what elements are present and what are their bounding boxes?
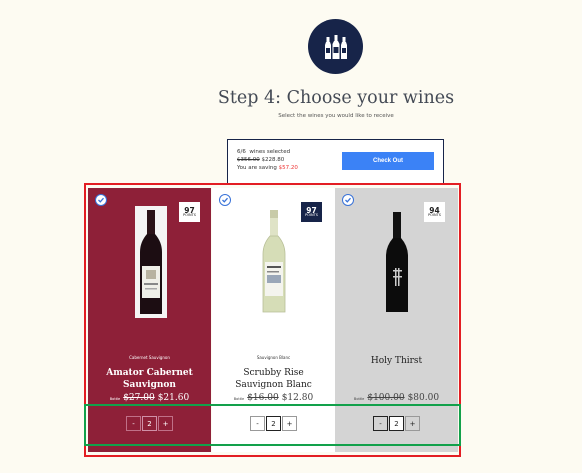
- quantity-stepper: - 2 +: [373, 416, 420, 431]
- wine-bottle-image: [262, 210, 286, 313]
- page-title: Step 4: Choose your wines: [217, 88, 455, 108]
- new-price: $21.60: [157, 393, 190, 403]
- quantity-field[interactable]: 2: [389, 416, 404, 431]
- new-price: $80.00: [407, 393, 440, 403]
- quantity-field[interactable]: 2: [266, 416, 281, 431]
- price-label: Bottle: [353, 397, 365, 401]
- old-price: $100.00: [367, 393, 405, 403]
- decrease-button[interactable]: -: [250, 416, 265, 431]
- wine-card-amator-cabernet[interactable]: 97 POINTS Cabernet Sauvignon Amator Cabe…: [88, 188, 211, 452]
- wine-bottles-icon: [308, 19, 363, 74]
- saving-amount: $57.20: [278, 165, 298, 171]
- wine-name[interactable]: Scrubby Rise Sauvignon Blanc: [218, 367, 329, 391]
- points-badge: 97 POINTS: [179, 202, 200, 222]
- wine-card-holy-thirst[interactable]: 94 POINTS Holy Thirst Bottle $100.00 $80…: [335, 188, 458, 452]
- decrease-button[interactable]: -: [126, 416, 141, 431]
- new-price: $12.80: [281, 393, 314, 403]
- price-row: Bottle $16.00 $12.80: [212, 393, 335, 403]
- decrease-button[interactable]: -: [373, 416, 388, 431]
- increase-button[interactable]: +: [405, 416, 420, 431]
- quantity-field[interactable]: 2: [142, 416, 157, 431]
- selected-check-icon[interactable]: [342, 194, 354, 206]
- wine-card-scrubby-rise[interactable]: 97 POINTS Sauvignon Blanc Scrubby Rise S…: [212, 188, 335, 452]
- increase-button[interactable]: +: [158, 416, 173, 431]
- saving-label: You are saving: [237, 165, 277, 171]
- discounted-total: $228.80: [261, 157, 285, 163]
- price-label: Bottle: [109, 397, 121, 401]
- points-label: POINTS: [183, 213, 196, 217]
- price-row: Bottle $27.00 $21.60: [88, 393, 211, 403]
- checkout-button[interactable]: Check Out: [342, 152, 434, 170]
- old-price: $27.00: [123, 393, 155, 403]
- price-row: Bottle $100.00 $80.00: [335, 393, 458, 403]
- selected-check-icon[interactable]: [95, 194, 107, 206]
- price-label: Bottle: [233, 397, 245, 401]
- original-total: $356.00: [237, 157, 260, 163]
- selected-count: 6/6: [237, 149, 246, 155]
- points-badge: 97 POINTS: [301, 202, 322, 222]
- selected-label: wines selected: [249, 149, 291, 155]
- page-subtitle: Select the wines you would like to recei…: [278, 113, 394, 119]
- selection-summary: 6/6 wines selected $356.00 $228.80 You a…: [227, 139, 444, 184]
- wine-varietal: Sauvignon Blanc: [256, 355, 291, 360]
- selected-check-icon[interactable]: [219, 194, 231, 206]
- points-badge: 94 POINTS: [424, 202, 445, 222]
- points-label: POINTS: [428, 213, 441, 217]
- wine-bottle-image: [135, 206, 167, 318]
- wine-name[interactable]: Holy Thirst: [341, 355, 452, 367]
- quantity-stepper: - 2 +: [126, 416, 173, 431]
- increase-button[interactable]: +: [282, 416, 297, 431]
- wine-name[interactable]: Amator Cabernet Sauvignon: [94, 367, 205, 391]
- total-line: $356.00 $228.80: [237, 157, 284, 163]
- points-label: POINTS: [305, 213, 318, 217]
- selected-count-line: 6/6 wines selected: [237, 149, 290, 155]
- wine-varietal: Cabernet Sauvignon: [129, 355, 170, 360]
- saving-line: You are saving $57.20: [237, 165, 298, 171]
- old-price: $16.00: [247, 393, 279, 403]
- wine-bottle-image: [386, 212, 408, 312]
- quantity-stepper: - 2 +: [250, 416, 297, 431]
